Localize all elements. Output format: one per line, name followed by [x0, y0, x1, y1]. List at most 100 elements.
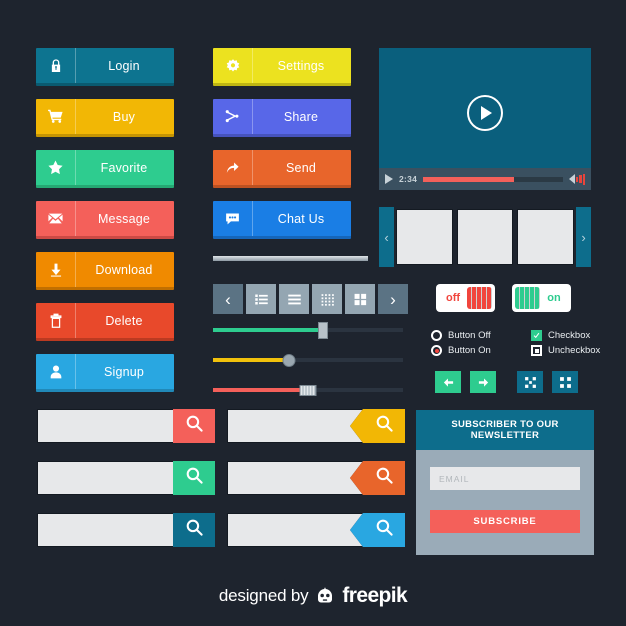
- delete-button[interactable]: Delete: [36, 303, 174, 341]
- search-icon: [185, 518, 204, 542]
- arrow-left-icon: [442, 376, 455, 389]
- search-input[interactable]: [227, 513, 363, 547]
- share-icon: [213, 99, 253, 134]
- checkbox-checked[interactable]: Checkbox: [531, 330, 600, 341]
- toolbar-list-bullets-button[interactable]: [246, 284, 276, 314]
- list-lines-icon: [287, 292, 302, 307]
- slider-handle[interactable]: [318, 321, 329, 339]
- trash-icon: [36, 303, 76, 338]
- envelope-icon: [36, 201, 76, 236]
- search-field-wrap: [227, 461, 363, 495]
- login-button[interactable]: Login: [36, 48, 174, 86]
- play-circle-icon[interactable]: [467, 95, 503, 132]
- search-input[interactable]: [227, 409, 363, 443]
- favorite-button[interactable]: Favorite: [36, 150, 174, 188]
- search-icon: [375, 414, 394, 438]
- ui-kit-canvas: Login Buy Favorite Message Download Delete Sig…: [0, 0, 626, 626]
- footer-prefix: designed by: [218, 586, 309, 605]
- toggle-group: off on: [436, 284, 571, 312]
- radio-button-on[interactable]: Button On: [431, 345, 515, 356]
- green-slider[interactable]: [213, 321, 403, 339]
- slider-handle[interactable]: [299, 384, 317, 396]
- message-button[interactable]: Message: [36, 201, 174, 239]
- search-input[interactable]: [37, 409, 173, 443]
- toolbar-chevron-right-button[interactable]: ›: [378, 284, 408, 314]
- settings-button[interactable]: Settings: [213, 48, 351, 86]
- user-icon: [36, 354, 76, 389]
- view-toolbar: ‹ ›: [213, 284, 408, 314]
- slider-handle[interactable]: [282, 353, 296, 367]
- toggle-off-label: off: [445, 292, 461, 304]
- toolbar-chevron-left-button[interactable]: ‹: [213, 284, 243, 314]
- carousel-track: [394, 207, 576, 267]
- chevron-left-icon: ‹: [225, 289, 231, 309]
- checkbox-unchecked[interactable]: Uncheckbox: [531, 345, 600, 356]
- video-progress-track[interactable]: [423, 176, 563, 182]
- search-icon: [375, 518, 394, 542]
- video-progress-fill: [423, 176, 514, 182]
- toolbar-grid-dots-button[interactable]: [312, 284, 342, 314]
- radio-button-off[interactable]: Button Off: [431, 330, 515, 341]
- carousel-slide[interactable]: [517, 209, 575, 265]
- red-slider[interactable]: [213, 383, 403, 397]
- signup-button[interactable]: Signup: [36, 354, 174, 392]
- mini-button-group: [435, 371, 578, 393]
- newsletter-body: SUBSCRIBE: [416, 450, 594, 555]
- expand-button[interactable]: [517, 371, 543, 393]
- toolbar-list-lines-button[interactable]: [279, 284, 309, 314]
- video-controls: 2:34: [379, 168, 591, 190]
- button-label: Message: [97, 211, 151, 226]
- toggle-on[interactable]: on: [512, 284, 571, 312]
- share-button[interactable]: Share: [213, 99, 351, 137]
- play-icon[interactable]: [385, 174, 393, 184]
- newsletter-title: SUBSCRIBER TO OUR NEWSLETTER: [416, 410, 594, 450]
- toggle-on-label: on: [547, 292, 561, 304]
- chevron-right-icon: ›: [390, 289, 396, 309]
- search-input[interactable]: [227, 461, 363, 495]
- search-button[interactable]: [173, 461, 215, 495]
- search-icon: [375, 466, 394, 490]
- chat-us-button[interactable]: Chat Us: [213, 201, 351, 239]
- slider-fill: [213, 328, 324, 332]
- search-button[interactable]: [173, 409, 215, 443]
- button-label: Favorite: [100, 160, 148, 175]
- freepik-robot-icon: [315, 586, 335, 606]
- send-button[interactable]: Send: [213, 150, 351, 188]
- subscribe-button[interactable]: SUBSCRIBE: [430, 510, 580, 533]
- gear-icon: [213, 48, 253, 83]
- slider-group: [213, 321, 403, 397]
- search-teal: [37, 513, 215, 547]
- search-field-wrap: [227, 409, 363, 443]
- toolbar-grid-squares-button[interactable]: [345, 284, 375, 314]
- arrow-left-button[interactable]: [435, 371, 461, 393]
- carousel-slide[interactable]: [396, 209, 453, 265]
- search-input[interactable]: [37, 461, 173, 495]
- button-label: Download: [95, 262, 153, 277]
- collapse-button[interactable]: [552, 371, 578, 393]
- buy-button[interactable]: Buy: [36, 99, 174, 137]
- carousel-next-button[interactable]: ›: [576, 207, 591, 267]
- list-bullets-icon: [254, 292, 269, 307]
- checkbox-checked-icon: [531, 330, 542, 341]
- footer-brand: freepik: [342, 584, 408, 607]
- chat-icon: [213, 201, 253, 236]
- carousel-slide[interactable]: [456, 209, 514, 265]
- checkbox-label: Checkbox: [548, 330, 591, 341]
- newsletter-card: SUBSCRIBER TO OUR NEWSLETTER SUBSCRIBE: [416, 410, 594, 555]
- video-player[interactable]: 2:34: [379, 48, 591, 190]
- lock-icon: [36, 48, 76, 83]
- toggle-off[interactable]: off: [436, 284, 495, 312]
- radio-on-label: Button On: [448, 345, 491, 356]
- search-button[interactable]: [173, 513, 215, 547]
- volume-icon[interactable]: [568, 173, 585, 185]
- mid-button-group: Settings Share Send Chat Us: [213, 48, 351, 239]
- email-field[interactable]: [430, 467, 580, 490]
- yellow-slider[interactable]: [213, 353, 403, 367]
- carousel-prev-button[interactable]: ‹: [379, 207, 394, 267]
- download-button[interactable]: Download: [36, 252, 174, 290]
- search-group-notched: [227, 409, 405, 547]
- arrow-right-button[interactable]: [470, 371, 496, 393]
- search-input[interactable]: [37, 513, 173, 547]
- footer: designed by freepik: [0, 584, 626, 608]
- send-arrow-icon: [213, 150, 253, 185]
